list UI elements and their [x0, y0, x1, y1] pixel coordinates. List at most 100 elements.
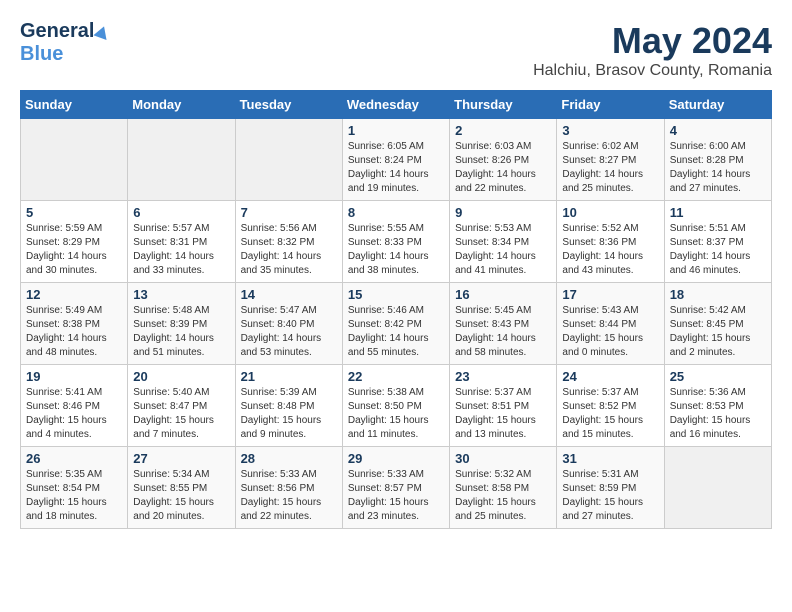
- month-title: May 2024: [533, 20, 772, 62]
- day-number: 18: [670, 287, 766, 302]
- location-title: Halchiu, Brasov County, Romania: [533, 62, 772, 80]
- table-row: 28 Sunrise: 5:33 AM Sunset: 8:56 PM Dayli…: [235, 447, 342, 529]
- day-info: Sunrise: 5:49 AM Sunset: 8:38 PM Dayligh…: [26, 304, 122, 360]
- day-number: 5: [26, 205, 122, 220]
- day-number: 1: [348, 123, 444, 138]
- day-info: Sunrise: 5:56 AM Sunset: 8:32 PM Dayligh…: [241, 222, 337, 278]
- day-number: 4: [670, 123, 766, 138]
- day-number: 9: [455, 205, 551, 220]
- day-info: Sunrise: 5:46 AM Sunset: 8:42 PM Dayligh…: [348, 304, 444, 360]
- table-row: 19 Sunrise: 5:41 AM Sunset: 8:46 PM Dayli…: [21, 365, 128, 447]
- table-row: [664, 447, 771, 529]
- weekday-header-monday: Monday: [128, 91, 235, 119]
- calendar-week-5: 26 Sunrise: 5:35 AM Sunset: 8:54 PM Dayli…: [21, 447, 772, 529]
- calendar-week-2: 5 Sunrise: 5:59 AM Sunset: 8:29 PM Daylig…: [21, 201, 772, 283]
- day-number: 3: [562, 123, 658, 138]
- day-info: Sunrise: 6:05 AM Sunset: 8:24 PM Dayligh…: [348, 140, 444, 196]
- day-info: Sunrise: 5:33 AM Sunset: 8:56 PM Dayligh…: [241, 468, 337, 524]
- table-row: 29 Sunrise: 5:33 AM Sunset: 8:57 PM Dayli…: [342, 447, 449, 529]
- day-info: Sunrise: 6:02 AM Sunset: 8:27 PM Dayligh…: [562, 140, 658, 196]
- table-row: 14 Sunrise: 5:47 AM Sunset: 8:40 PM Dayli…: [235, 283, 342, 365]
- day-info: Sunrise: 5:55 AM Sunset: 8:33 PM Dayligh…: [348, 222, 444, 278]
- table-row: [21, 119, 128, 201]
- day-info: Sunrise: 5:52 AM Sunset: 8:36 PM Dayligh…: [562, 222, 658, 278]
- day-info: Sunrise: 5:38 AM Sunset: 8:50 PM Dayligh…: [348, 386, 444, 442]
- day-info: Sunrise: 5:43 AM Sunset: 8:44 PM Dayligh…: [562, 304, 658, 360]
- table-row: 8 Sunrise: 5:55 AM Sunset: 8:33 PM Daylig…: [342, 201, 449, 283]
- day-info: Sunrise: 5:37 AM Sunset: 8:52 PM Dayligh…: [562, 386, 658, 442]
- table-row: 12 Sunrise: 5:49 AM Sunset: 8:38 PM Dayli…: [21, 283, 128, 365]
- day-info: Sunrise: 5:32 AM Sunset: 8:58 PM Dayligh…: [455, 468, 551, 524]
- day-number: 15: [348, 287, 444, 302]
- day-number: 8: [348, 205, 444, 220]
- calendar-header: SundayMondayTuesdayWednesdayThursdayFrid…: [21, 91, 772, 119]
- weekday-header-row: SundayMondayTuesdayWednesdayThursdayFrid…: [21, 91, 772, 119]
- logo: General Blue: [20, 20, 109, 66]
- weekday-header-sunday: Sunday: [21, 91, 128, 119]
- table-row: 6Sunrise: 5:57 AM Sunset: 8:31 PM Daylig…: [128, 201, 235, 283]
- day-info: Sunrise: 5:36 AM Sunset: 8:53 PM Dayligh…: [670, 386, 766, 442]
- day-number: 24: [562, 369, 658, 384]
- table-row: 15 Sunrise: 5:46 AM Sunset: 8:42 PM Dayli…: [342, 283, 449, 365]
- day-number: 26: [26, 451, 122, 466]
- day-number: 20: [133, 369, 229, 384]
- day-info: Sunrise: 5:37 AM Sunset: 8:51 PM Dayligh…: [455, 386, 551, 442]
- day-number: 29: [348, 451, 444, 466]
- table-row: 24 Sunrise: 5:37 AM Sunset: 8:52 PM Dayli…: [557, 365, 664, 447]
- day-number: 25: [670, 369, 766, 384]
- table-row: 31Sunrise: 5:31 AM Sunset: 8:59 PM Dayli…: [557, 447, 664, 529]
- table-row: 3 Sunrise: 6:02 AM Sunset: 8:27 PM Daylig…: [557, 119, 664, 201]
- table-row: 7 Sunrise: 5:56 AM Sunset: 8:32 PM Daylig…: [235, 201, 342, 283]
- day-number: 12: [26, 287, 122, 302]
- table-row: 2Sunrise: 6:03 AM Sunset: 8:26 PM Daylig…: [450, 119, 557, 201]
- day-number: 7: [241, 205, 337, 220]
- day-number: 31: [562, 451, 658, 466]
- table-row: 22 Sunrise: 5:38 AM Sunset: 8:50 PM Dayli…: [342, 365, 449, 447]
- table-row: 23 Sunrise: 5:37 AM Sunset: 8:51 PM Dayli…: [450, 365, 557, 447]
- table-row: [128, 119, 235, 201]
- table-row: 11Sunrise: 5:51 AM Sunset: 8:37 PM Dayli…: [664, 201, 771, 283]
- day-number: 13: [133, 287, 229, 302]
- day-number: 14: [241, 287, 337, 302]
- day-info: Sunrise: 5:42 AM Sunset: 8:45 PM Dayligh…: [670, 304, 766, 360]
- weekday-header-tuesday: Tuesday: [235, 91, 342, 119]
- day-info: Sunrise: 5:59 AM Sunset: 8:29 PM Dayligh…: [26, 222, 122, 278]
- day-number: 19: [26, 369, 122, 384]
- day-number: 28: [241, 451, 337, 466]
- day-info: Sunrise: 5:48 AM Sunset: 8:39 PM Dayligh…: [133, 304, 229, 360]
- table-row: 21Sunrise: 5:39 AM Sunset: 8:48 PM Dayli…: [235, 365, 342, 447]
- weekday-header-friday: Friday: [557, 91, 664, 119]
- day-number: 27: [133, 451, 229, 466]
- table-row: 1 Sunrise: 6:05 AM Sunset: 8:24 PM Daylig…: [342, 119, 449, 201]
- day-number: 22: [348, 369, 444, 384]
- weekday-header-thursday: Thursday: [450, 91, 557, 119]
- calendar-table: SundayMondayTuesdayWednesdayThursdayFrid…: [20, 90, 772, 529]
- calendar-week-3: 12 Sunrise: 5:49 AM Sunset: 8:38 PM Dayli…: [21, 283, 772, 365]
- day-info: Sunrise: 5:39 AM Sunset: 8:48 PM Dayligh…: [241, 386, 337, 442]
- table-row: 20Sunrise: 5:40 AM Sunset: 8:47 PM Dayli…: [128, 365, 235, 447]
- table-row: 5 Sunrise: 5:59 AM Sunset: 8:29 PM Daylig…: [21, 201, 128, 283]
- day-number: 2: [455, 123, 551, 138]
- day-number: 23: [455, 369, 551, 384]
- day-number: 17: [562, 287, 658, 302]
- day-info: Sunrise: 5:51 AM Sunset: 8:37 PM Dayligh…: [670, 222, 766, 278]
- calendar-body: 1 Sunrise: 6:05 AM Sunset: 8:24 PM Daylig…: [21, 119, 772, 529]
- title-section: May 2024 Halchiu, Brasov County, Romania: [533, 20, 772, 80]
- table-row: 30 Sunrise: 5:32 AM Sunset: 8:58 PM Dayli…: [450, 447, 557, 529]
- weekday-header-wednesday: Wednesday: [342, 91, 449, 119]
- logo-general-text: General: [20, 20, 94, 43]
- day-number: 30: [455, 451, 551, 466]
- calendar-week-4: 19 Sunrise: 5:41 AM Sunset: 8:46 PM Dayli…: [21, 365, 772, 447]
- day-info: Sunrise: 5:33 AM Sunset: 8:57 PM Dayligh…: [348, 468, 444, 524]
- logo-triangle-icon: [94, 23, 111, 39]
- logo-blue-text: Blue: [20, 43, 63, 66]
- day-info: Sunrise: 5:35 AM Sunset: 8:54 PM Dayligh…: [26, 468, 122, 524]
- day-info: Sunrise: 5:57 AM Sunset: 8:31 PM Dayligh…: [133, 222, 229, 278]
- day-number: 16: [455, 287, 551, 302]
- day-info: Sunrise: 6:00 AM Sunset: 8:28 PM Dayligh…: [670, 140, 766, 196]
- table-row: 13 Sunrise: 5:48 AM Sunset: 8:39 PM Dayli…: [128, 283, 235, 365]
- page-header: General Blue May 2024 Halchiu, Brasov Co…: [20, 20, 772, 80]
- day-info: Sunrise: 5:41 AM Sunset: 8:46 PM Dayligh…: [26, 386, 122, 442]
- day-info: Sunrise: 5:47 AM Sunset: 8:40 PM Dayligh…: [241, 304, 337, 360]
- table-row: 16Sunrise: 5:45 AM Sunset: 8:43 PM Dayli…: [450, 283, 557, 365]
